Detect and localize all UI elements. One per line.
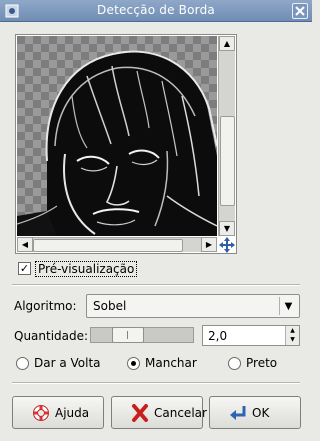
amount-slider[interactable] (90, 327, 194, 343)
preview-label[interactable]: Pré-visualização (35, 261, 138, 277)
checkmark-icon: ✓ (19, 262, 30, 275)
preview-checkbox[interactable]: ✓ (18, 262, 31, 275)
algorithm-select[interactable]: Sobel ▼ (86, 294, 300, 318)
arrow-left-icon: ◀ (21, 240, 29, 249)
help-button[interactable]: Ajuda (12, 396, 104, 429)
spin-buttons[interactable]: ▲ ▼ (285, 326, 299, 345)
horizontal-scroll-thumb[interactable] (33, 239, 183, 252)
spin-down-icon: ▼ (290, 336, 295, 343)
scroll-up-button[interactable]: ▲ (219, 36, 235, 51)
amount-spinbox[interactable]: 2,0 ▲ ▼ (202, 325, 300, 346)
close-icon (295, 6, 305, 16)
arrow-down-icon: ▼ (223, 224, 231, 233)
cancel-button[interactable]: Cancelar (111, 396, 207, 429)
radio-black[interactable] (228, 357, 241, 370)
arrow-up-icon: ▲ (223, 39, 231, 48)
radio-black-label[interactable]: Preto (246, 356, 277, 370)
move-cross-icon[interactable] (219, 237, 235, 253)
arrow-right-icon: ▶ (205, 240, 213, 249)
separator (12, 382, 300, 384)
amount-value: 2,0 (208, 329, 228, 343)
preview-panel: ▲ ▼ ◀ ▶ (15, 34, 237, 254)
chevron-down-icon: ▼ (279, 297, 297, 315)
close-button[interactable] (292, 3, 308, 19)
scroll-left-button[interactable]: ◀ (17, 237, 33, 252)
edge-detect-portrait (17, 50, 217, 236)
algorithm-value: Sobel (93, 299, 127, 313)
radio-smear-label[interactable]: Manchar (145, 356, 197, 370)
radio-wrap[interactable] (16, 357, 29, 370)
help-button-label: Ajuda (55, 406, 90, 420)
window-title: Detecção de Borda (97, 3, 215, 17)
red-x-icon (132, 404, 148, 422)
radio-wrap-label[interactable]: Dar a Volta (34, 356, 101, 370)
lifebuoy-icon (33, 405, 49, 421)
preview-horizontal-scrollbar[interactable]: ◀ ▶ (17, 237, 217, 252)
scroll-right-button[interactable]: ▶ (201, 237, 217, 252)
cancel-button-label: Cancelar (154, 406, 207, 420)
amount-label: Quantidade: (14, 329, 89, 343)
amount-slider-thumb[interactable] (112, 327, 144, 343)
preview-vertical-scrollbar[interactable]: ▲ ▼ (218, 36, 235, 236)
preview-image[interactable] (17, 36, 217, 236)
radio-smear[interactable] (127, 357, 140, 370)
enter-arrow-icon (230, 406, 246, 420)
title-bar[interactable]: Detecção de Borda (0, 0, 312, 22)
separator (12, 284, 300, 286)
spin-up-icon: ▲ (290, 327, 295, 334)
ok-button[interactable]: OK (209, 396, 301, 429)
ok-button-label: OK (252, 406, 270, 420)
scroll-down-button[interactable]: ▼ (219, 221, 235, 236)
vertical-scroll-thumb[interactable] (220, 116, 235, 206)
algorithm-label: Algoritmo: (14, 299, 77, 313)
